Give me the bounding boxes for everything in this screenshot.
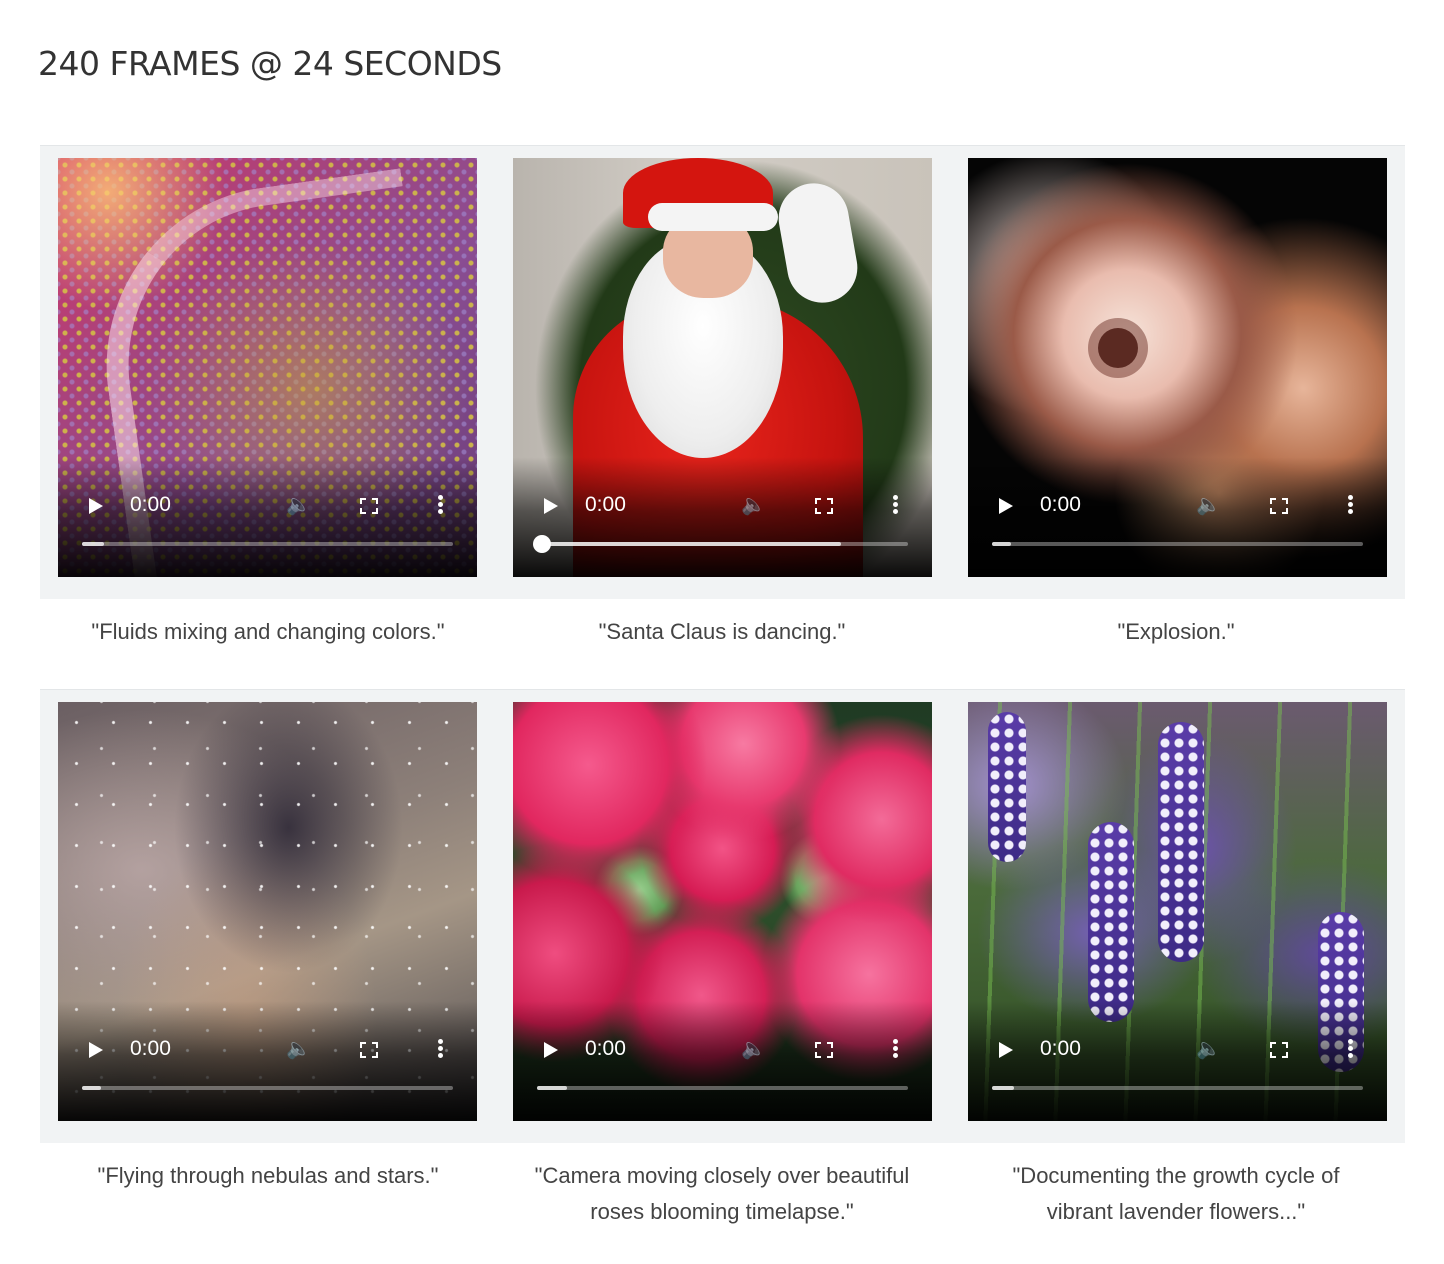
volume-icon[interactable]: 🔈 [1196,492,1221,517]
video-caption: "Santa Claus is dancing." [598,619,846,644]
play-icon[interactable] [541,1041,559,1059]
time-display: 0:00 [585,1037,626,1060]
volume-icon[interactable]: 🔈 [741,1036,766,1061]
time-display: 0:00 [585,493,626,516]
page-title: 240 FRAMES @ 24 SECONDS [38,44,502,83]
volume-icon[interactable]: 🔈 [286,1036,311,1061]
video-caption: "Camera moving closely over beautiful ro… [534,1163,910,1224]
seek-bar[interactable] [992,542,1363,546]
time-display: 0:00 [1040,493,1081,516]
fullscreen-icon[interactable] [360,498,378,514]
seek-bar[interactable] [82,542,453,546]
more-options-icon[interactable] [893,1039,898,1059]
more-options-icon[interactable] [438,495,443,515]
play-icon[interactable] [86,497,104,515]
play-icon[interactable] [996,1041,1014,1059]
fullscreen-icon[interactable] [815,498,833,514]
video-caption: "Documenting the growth cycle of vibrant… [1012,1163,1340,1224]
video-player-santa[interactable]: 0:00 🔈 [513,158,932,577]
seek-bar[interactable] [533,535,908,553]
video-player-roses[interactable]: 0:00 🔈 [513,702,932,1121]
video-player-explosion[interactable]: 0:00 🔈 [968,158,1387,577]
video-caption: "Fluids mixing and changing colors." [91,619,445,644]
video-caption: "Explosion." [1117,619,1235,644]
more-options-icon[interactable] [1348,495,1353,515]
seek-bar[interactable] [82,1086,453,1090]
video-player-fluids[interactable]: 0:00 🔈 [58,158,477,577]
time-display: 0:00 [1040,1037,1081,1060]
volume-icon[interactable]: 🔈 [286,492,311,517]
volume-icon[interactable]: 🔈 [741,492,766,517]
more-options-icon[interactable] [1348,1039,1353,1059]
volume-icon[interactable]: 🔈 [1196,1036,1221,1061]
video-caption: "Flying through nebulas and stars." [97,1163,439,1188]
seek-bar[interactable] [537,1086,908,1090]
seek-thumb[interactable] [533,535,551,553]
video-player-nebula[interactable]: 0:00 🔈 [58,702,477,1121]
fullscreen-icon[interactable] [1270,1042,1288,1058]
play-icon[interactable] [86,1041,104,1059]
fullscreen-icon[interactable] [360,1042,378,1058]
time-display: 0:00 [130,493,171,516]
more-options-icon[interactable] [438,1039,443,1059]
more-options-icon[interactable] [893,495,898,515]
time-display: 0:00 [130,1037,171,1060]
video-player-lavender[interactable]: 0:00 🔈 [968,702,1387,1121]
seek-bar[interactable] [992,1086,1363,1090]
fullscreen-icon[interactable] [815,1042,833,1058]
play-icon[interactable] [996,497,1014,515]
fullscreen-icon[interactable] [1270,498,1288,514]
play-icon[interactable] [541,497,559,515]
